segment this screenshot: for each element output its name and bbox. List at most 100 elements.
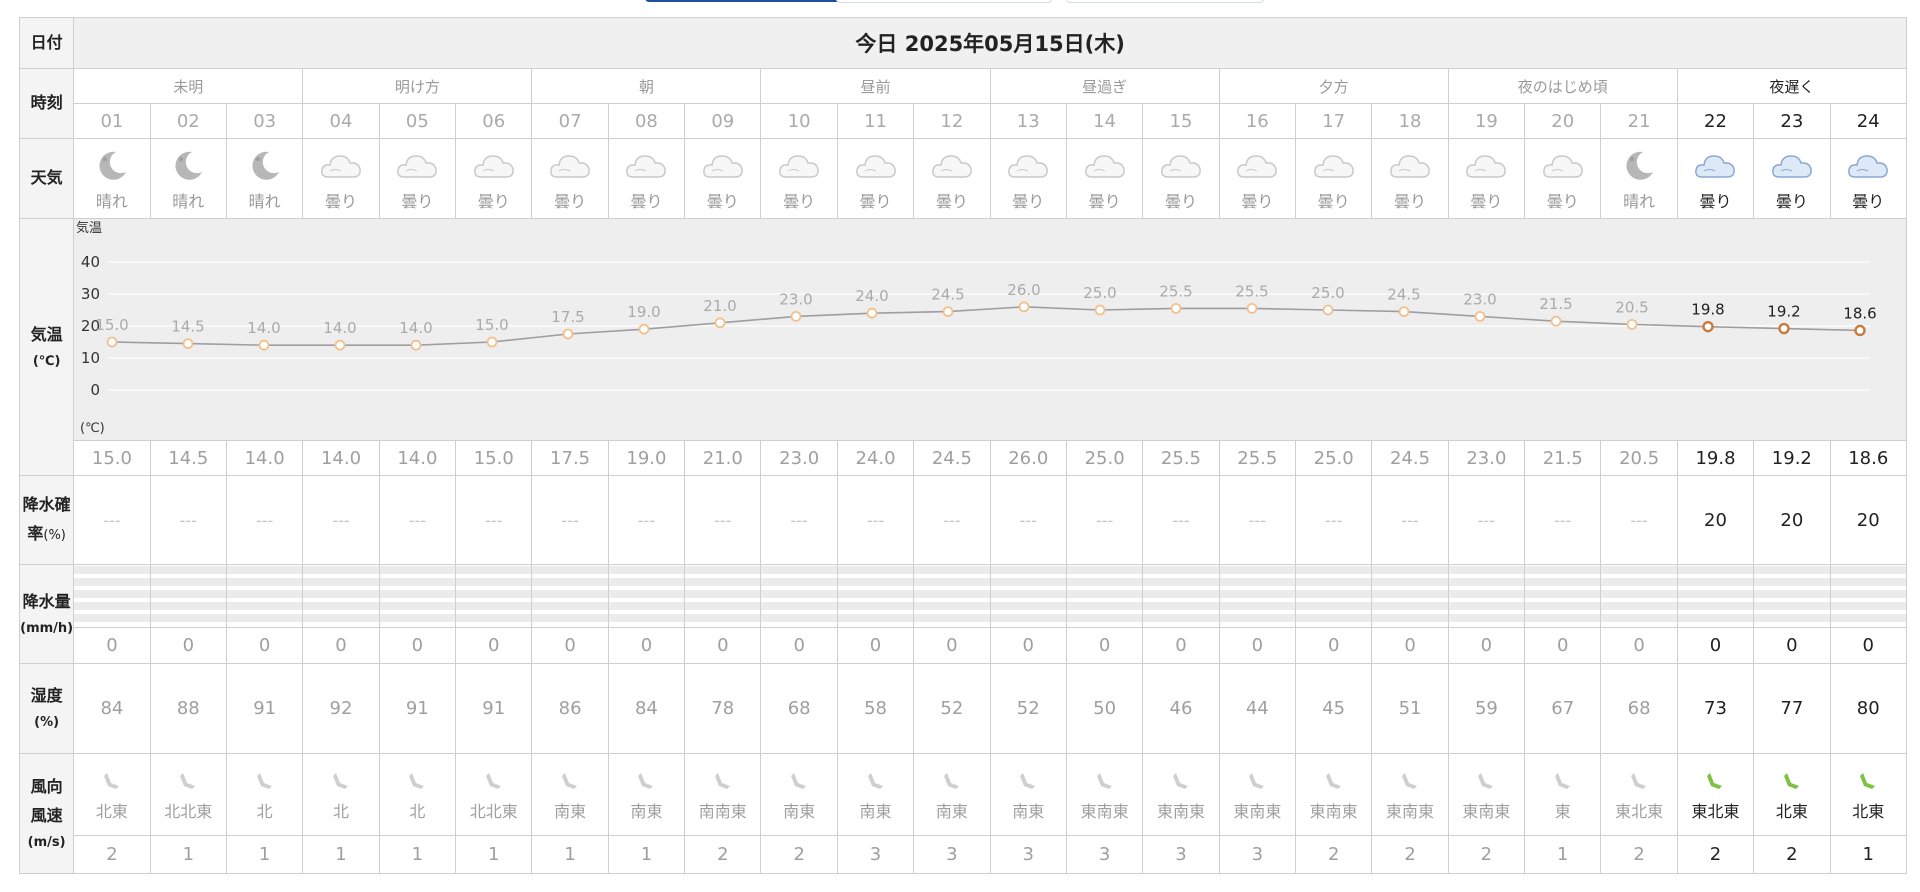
wind-speed-cell: 1 (1829, 835, 1908, 874)
temperature-unit: (℃) (32, 353, 61, 369)
wind-speed-cell: 3 (1218, 835, 1297, 874)
cloud-icon (609, 146, 683, 186)
wind-direction-text: 南東 (783, 801, 816, 821)
moon-clear-icon (75, 146, 149, 186)
precip-prob-cell: --- (760, 475, 838, 565)
precip-amount-cell: 0 (1142, 627, 1220, 664)
wind-speed-unit: (m/s) (27, 834, 66, 850)
precip-amount-cell: 0 (989, 627, 1067, 664)
temperature-cell: 24.5 (1371, 440, 1449, 476)
weather-text: 晴れ (248, 191, 281, 211)
temperature-data-label: 14.5 (172, 317, 205, 335)
precip-bar (838, 566, 913, 626)
hour-cell: 21 (1600, 103, 1678, 139)
wind-speed-label: 風速 (30, 805, 63, 825)
weather-cell: 晴れ (1600, 138, 1678, 219)
temperature-data-label: 21.0 (704, 296, 737, 314)
precip-bar-cell (73, 564, 151, 628)
precip-prob-unit: (%) (43, 528, 66, 543)
tab-day-after[interactable] (1066, 0, 1264, 3)
temperature-data-label: 23.0 (1464, 290, 1497, 308)
period-label: 昼前 (760, 68, 991, 104)
wind-speed-cell: 1 (607, 835, 686, 874)
weather-text: 曇り (554, 191, 587, 211)
temperature-label: 気温 (℃) (18, 218, 75, 476)
precip-amount-label: 降水量 (mm/h) (18, 564, 75, 664)
temperature-cell: 14.5 (149, 440, 227, 476)
precip-amount-cell: 0 (1753, 627, 1831, 664)
precip-bar-cell (989, 564, 1067, 628)
weather-cell: 曇り (302, 138, 380, 219)
weather-cell: 曇り (378, 138, 457, 219)
wind-direction-cell: 北 (302, 753, 380, 836)
wind-arrow-icon (1526, 768, 1600, 794)
precip-bar (1143, 566, 1219, 626)
weather-cell: 曇り (836, 138, 915, 219)
tab-today[interactable] (645, 0, 841, 2)
hour-cell: 08 (607, 103, 686, 139)
temperature-cell: 25.5 (1218, 440, 1297, 476)
precip-amount-cell: 0 (225, 627, 304, 664)
hour-cell: 10 (760, 103, 838, 139)
time-label: 時刻 (18, 68, 75, 139)
wind-direction-cell: 東 (1524, 753, 1602, 836)
precip-bar-cell (378, 564, 457, 628)
wind-speed-cell: 2 (1600, 835, 1678, 874)
wind-direction-text: 東南東 (1156, 801, 1205, 821)
view-tabs (0, 0, 1920, 6)
weather-cell: 晴れ (149, 138, 227, 219)
temperature-data-label: 24.5 (932, 285, 965, 303)
precip-bar-cell (1676, 564, 1755, 628)
temperature-cell: 23.0 (760, 440, 838, 476)
wind-direction-text: 北東 (1775, 801, 1808, 821)
wind-direction-text: 南南東 (698, 801, 747, 821)
wind-direction-text: 南東 (1012, 801, 1045, 821)
wind-speed-cell: 1 (225, 835, 304, 874)
temperature-data-label: 19.8 (1692, 300, 1725, 318)
precip-prob-cell: --- (149, 475, 227, 565)
humidity-cell: 84 (607, 663, 686, 754)
precip-prob-cell: --- (531, 475, 609, 565)
precip-bar (1067, 566, 1142, 626)
precip-bar (761, 566, 837, 626)
period-label: 明け方 (302, 68, 533, 104)
cloud-icon (1297, 146, 1371, 186)
precip-amount-cell: 0 (607, 627, 686, 664)
y-tick-label: 10 (81, 349, 100, 367)
precip-bar-cell (1447, 564, 1526, 628)
wind-arrow-icon (380, 768, 454, 794)
tab-tomorrow[interactable] (836, 0, 1052, 3)
precip-prob-cell: --- (1294, 475, 1373, 565)
wind-arrow-icon (227, 768, 301, 794)
y-axis-label: 気温 (76, 220, 102, 236)
humidity-cell: 91 (378, 663, 457, 754)
cloud-icon (1067, 146, 1141, 186)
temperature-data-label: 19.0 (628, 303, 661, 321)
wind-direction-cell: 東北東 (1600, 753, 1678, 836)
wind-arrow-icon (991, 768, 1065, 794)
hour-cell: 06 (455, 103, 533, 139)
wind-direction-text: 東南東 (1386, 801, 1435, 821)
temperature-point (1474, 310, 1486, 322)
precip-bar-cell (1600, 564, 1678, 628)
precip-prob-cell: --- (225, 475, 304, 565)
temperature-cell: 19.2 (1753, 440, 1831, 476)
precip-bar-cell (760, 564, 838, 628)
wind-arrow-icon (1602, 768, 1676, 794)
moon-clear-icon (151, 146, 225, 186)
weather-text: 曇り (1012, 191, 1045, 211)
wind-direction-text: 東北東 (1691, 801, 1740, 821)
wind-direction-cell: 南東 (836, 753, 915, 836)
temperature-point (714, 316, 726, 328)
cloud-icon (686, 146, 760, 186)
precip-prob-cell: --- (913, 475, 991, 565)
precip-bar-cell (302, 564, 380, 628)
hour-cell: 03 (225, 103, 304, 139)
humidity-cell: 84 (73, 663, 151, 754)
humidity-row: 湿度 (%) 84 88 91 92 91 91 86 84 78 68 58 52 52 50 46 44 4… (18, 663, 1908, 754)
temperature-cell: 21.5 (1524, 440, 1602, 476)
precip-bar (151, 566, 226, 626)
temperature-data-label: 25.0 (1312, 284, 1345, 302)
wind-speed-cell: 1 (302, 835, 380, 874)
precip-amount-row: 000000000000000000000000 (20, 627, 1908, 664)
